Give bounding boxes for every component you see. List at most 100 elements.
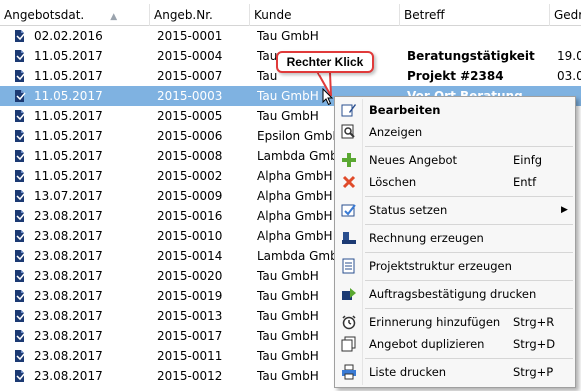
menu-separator — [365, 224, 573, 225]
offer-number-cell: 2015-0002 — [157, 169, 223, 183]
offer-date-cell: 23.08.2017 — [34, 249, 103, 263]
submenu-arrow-icon: ▶ — [561, 205, 568, 215]
column-header-nr[interactable]: Angeb.Nr. — [150, 4, 250, 26]
context-menu: Bearbeiten Anzeigen Neues Angebot Einfg Lösc… — [334, 96, 576, 388]
offer-date-cell: 02.02.2016 — [34, 29, 103, 43]
offer-date-cell: 11.05.2017 — [34, 69, 103, 83]
menu-item-label: Angebot duplizieren — [369, 337, 485, 351]
menu-item-projektstruktur-erzeugen[interactable]: Projektstruktur erzeugen — [335, 255, 575, 277]
sort-ascending-icon: ▲ — [110, 12, 118, 22]
subject-cell — [407, 26, 547, 46]
menu-item-label: Löschen — [369, 175, 417, 189]
view-icon — [341, 124, 357, 140]
offer-date-cell: 11.05.2017 — [34, 89, 103, 103]
menu-item-shortcut: Entf — [513, 175, 537, 189]
offer-date-cell: 23.08.2017 — [34, 229, 103, 243]
menu-item-label: Status setzen — [369, 203, 448, 217]
menu-item-bearbeiten[interactable]: Bearbeiten — [335, 99, 575, 121]
right-click-callout: Rechter Klick — [276, 51, 374, 73]
offer-number-cell: 2015-0007 — [157, 69, 223, 83]
project-icon — [341, 258, 357, 274]
customer-cell: Tau GmbH — [257, 29, 319, 43]
column-header-date-label: Angebotsdat. — [4, 8, 85, 22]
column-header-betreff[interactable]: Betreff — [400, 4, 550, 26]
menu-item-label: Rechnung erzeugen — [369, 231, 484, 245]
offer-number-cell: 2015-0012 — [157, 369, 223, 383]
offer-date-cell: 23.08.2017 — [34, 209, 103, 223]
menu-separator — [365, 252, 573, 253]
menu-item-anzeigen[interactable]: Anzeigen — [335, 121, 575, 143]
menu-item-label: Erinnerung hinzufügen — [369, 315, 501, 329]
alarm-icon — [341, 314, 357, 330]
offer-number-cell: 2015-0013 — [157, 309, 223, 323]
grid-header: Angebotsdat. ▲ Angeb.Nr. Kunde Betreff Ge… — [0, 4, 581, 26]
offer-number-cell: 2015-0017 — [157, 329, 223, 343]
offer-number-cell: 2015-0010 — [157, 229, 223, 243]
offer-number-cell: 2015-0009 — [157, 189, 223, 203]
menu-item-shortcut: Strg+P — [513, 365, 554, 379]
offer-date-cell: 23.08.2017 — [34, 349, 103, 363]
status-icon — [341, 202, 357, 218]
offer-date-cell: 11.05.2017 — [34, 149, 103, 163]
offer-date-cell: 11.05.2017 — [34, 109, 103, 123]
printed-date-cell — [557, 26, 581, 46]
menu-item-shortcut: Strg+D — [513, 337, 556, 351]
offer-date-cell: 11.05.2017 — [34, 49, 103, 63]
printed-date-cell: 19.0 — [557, 49, 581, 63]
edit-icon — [341, 102, 357, 118]
menu-item-loeschen[interactable]: Löschen Entf — [335, 171, 575, 193]
offer-number-cell: 2015-0011 — [157, 349, 223, 363]
offer-number-cell: 2015-0005 — [157, 109, 223, 123]
offer-number-cell: 2015-0001 — [157, 29, 223, 43]
order-confirm-icon — [341, 286, 357, 302]
printer-icon — [341, 364, 357, 380]
menu-item-rechnung-erzeugen[interactable]: Rechnung erzeugen — [335, 227, 575, 249]
menu-separator — [365, 358, 573, 359]
menu-separator — [365, 308, 573, 309]
plus-icon — [341, 152, 357, 168]
table-row[interactable]: 02.02.2016 2015-0001 Tau GmbH — [0, 26, 581, 46]
column-header-date[interactable]: Angebotsdat. ▲ — [0, 4, 150, 26]
delete-icon — [341, 174, 357, 190]
offer-date-cell: 11.05.2017 — [34, 129, 103, 143]
mouse-cursor-icon — [322, 88, 334, 106]
offer-date-cell: 23.08.2017 — [34, 329, 103, 343]
subject-cell: Projekt #2384 — [407, 69, 504, 83]
column-header-nr-label: Angeb.Nr. — [154, 8, 213, 22]
menu-item-neues-angebot[interactable]: Neues Angebot Einfg — [335, 149, 575, 171]
menu-item-label: Bearbeiten — [369, 103, 441, 117]
offer-date-cell: 23.08.2017 — [34, 269, 103, 283]
offer-number-cell: 2015-0014 — [157, 249, 223, 263]
printed-date-cell: 03.0 — [557, 69, 581, 83]
menu-separator — [365, 280, 573, 281]
offer-date-cell: 13.07.2017 — [34, 189, 103, 203]
invoice-icon — [341, 230, 357, 246]
menu-item-shortcut: Strg+R — [513, 315, 555, 329]
offer-number-cell: 2015-0016 — [157, 209, 223, 223]
menu-item-angebot-duplizieren[interactable]: Angebot duplizieren Strg+D — [335, 333, 575, 355]
offer-date-cell: 23.08.2017 — [34, 369, 103, 383]
menu-item-erinnerung-hinzufuegen[interactable]: Erinnerung hinzufügen Strg+R — [335, 311, 575, 333]
menu-item-shortcut: Einfg — [513, 153, 543, 167]
subject-cell: Beratungstätigkeit — [407, 49, 535, 63]
menu-item-label: Neues Angebot — [369, 153, 458, 167]
offer-date-cell: 11.05.2017 — [34, 169, 103, 183]
menu-item-label: Projektstruktur erzeugen — [369, 259, 512, 273]
offer-number-cell: 2015-0019 — [157, 289, 223, 303]
menu-item-auftragsbestaetigung-drucken[interactable]: Auftragsbestätigung drucken — [335, 283, 575, 305]
menu-separator — [365, 146, 573, 147]
column-header-kunde[interactable]: Kunde — [250, 4, 400, 26]
column-header-betreff-label: Betreff — [404, 8, 445, 22]
menu-separator — [365, 196, 573, 197]
offer-number-cell: 2015-0020 — [157, 269, 223, 283]
menu-item-label: Auftragsbestätigung drucken — [369, 287, 537, 301]
offer-number-cell: 2015-0003 — [157, 89, 223, 103]
offer-date-cell: 23.08.2017 — [34, 289, 103, 303]
offer-number-cell: 2015-0006 — [157, 129, 223, 143]
column-header-gedruckt[interactable]: Gedr — [550, 4, 581, 26]
offer-number-cell: 2015-0004 — [157, 49, 223, 63]
column-header-kunde-label: Kunde — [254, 8, 292, 22]
offer-number-cell: 2015-0008 — [157, 149, 223, 163]
menu-item-status-setzen[interactable]: Status setzen ▶ — [335, 199, 575, 221]
menu-item-liste-drucken[interactable]: Liste drucken Strg+P — [335, 361, 575, 383]
